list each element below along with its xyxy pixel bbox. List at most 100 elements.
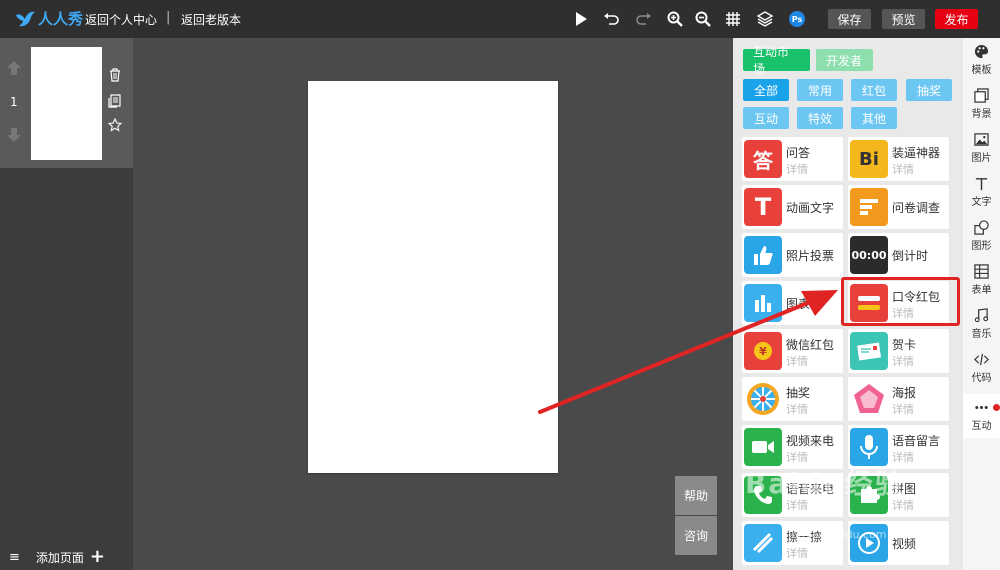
detail-link[interactable]: 详情: [892, 353, 914, 369]
toolbar-text[interactable]: 文字: [963, 170, 1000, 214]
toolbar-interaction[interactable]: 互动: [963, 394, 1000, 438]
watermark-logo: Baidu经验: [745, 467, 905, 500]
filter-effects[interactable]: 特效: [797, 107, 843, 129]
right-toolbar: 模板 背景 图片 文字 图形 表单 音乐 代码 互动: [963, 38, 1000, 570]
filter-redpacket[interactable]: 红包: [851, 79, 897, 101]
table-icon: [974, 264, 989, 279]
toolbar-image[interactable]: 图片: [963, 126, 1000, 170]
item-card-qa[interactable]: 答 问答 详情: [742, 137, 843, 181]
add-page-button[interactable]: 添加页面: [36, 549, 84, 566]
consult-button[interactable]: 咨询: [675, 516, 717, 555]
top-bar: 人人秀 返回个人中心 | 返回老版本 Ps 保存 预览 发布: [0, 0, 1000, 38]
editor-canvas[interactable]: [308, 81, 558, 473]
item-name: 倒计时: [892, 249, 929, 263]
toolbar-code[interactable]: 代码: [963, 346, 1000, 390]
wechat-redpacket-icon: ¥: [744, 332, 782, 370]
survey-icon: [850, 188, 888, 226]
plus-icon[interactable]: +: [90, 548, 105, 566]
undo-icon[interactable]: [601, 9, 621, 29]
text-t-icon: T: [744, 188, 782, 226]
item-card-photo-vote[interactable]: 照片投票: [742, 233, 843, 277]
toolbar-template[interactable]: 模板: [963, 38, 1000, 82]
microphone-icon: [850, 428, 888, 466]
logo[interactable]: 人人秀: [14, 7, 83, 29]
move-down-icon[interactable]: [6, 127, 22, 143]
item-card-wechat-redpacket[interactable]: ¥ 微信红包 详情: [742, 329, 843, 373]
page-card[interactable]: 1: [0, 38, 133, 168]
background-icon: [974, 88, 989, 103]
zoom-in-icon[interactable]: [665, 9, 685, 29]
bird-logo-icon: [16, 11, 35, 27]
watermark-url: jingyan.baidu.com: [785, 528, 887, 541]
item-card-countdown[interactable]: 00:00 倒计时: [848, 233, 949, 277]
photoshop-icon[interactable]: Ps: [787, 9, 807, 29]
item-name: 视频: [892, 537, 917, 551]
item-name: 贺卡: [892, 338, 917, 352]
item-name: 问答: [786, 146, 811, 160]
tab-interaction-market[interactable]: 互动市场: [743, 45, 810, 76]
item-name: 照片投票: [786, 249, 835, 263]
trash-icon[interactable]: [108, 68, 122, 82]
item-name: 语音留言: [892, 434, 941, 448]
play-icon[interactable]: [571, 9, 591, 29]
bar-chart-icon: [744, 284, 782, 322]
detail-link[interactable]: 详情: [892, 161, 914, 177]
detail-link[interactable]: 详情: [892, 401, 914, 417]
item-card-bi[interactable]: Bi 装逼神器 详情: [848, 137, 949, 181]
item-name: 图表: [786, 297, 811, 311]
filter-lottery[interactable]: 抽奖: [906, 79, 952, 101]
code-icon: [974, 353, 989, 366]
publish-button[interactable]: 发布: [935, 9, 978, 29]
back-old-version-link[interactable]: 返回老版本: [181, 11, 241, 28]
item-card-greeting-card[interactable]: 贺卡 详情: [848, 329, 949, 373]
zoom-out-icon[interactable]: [693, 9, 713, 29]
item-name: 海报: [892, 386, 917, 400]
filter-all[interactable]: 全部: [743, 79, 789, 101]
item-name: 动画文字: [786, 201, 835, 215]
copy-page-icon[interactable]: [108, 94, 122, 108]
filter-other[interactable]: 其他: [851, 107, 897, 129]
video-call-icon: [744, 428, 782, 466]
preview-button[interactable]: 预览: [882, 9, 925, 29]
detail-link[interactable]: 详情: [786, 401, 808, 417]
back-personal-link[interactable]: 返回个人中心: [85, 11, 157, 28]
redo-icon[interactable]: [634, 9, 654, 29]
toolbar-form[interactable]: 表单: [963, 258, 1000, 302]
notification-dot: [993, 404, 1000, 411]
help-button[interactable]: 帮助: [675, 476, 717, 515]
toolbar-shape[interactable]: 图形: [963, 214, 1000, 258]
brand-name: 人人秀: [38, 9, 84, 28]
tab-developer[interactable]: 开发者: [816, 49, 873, 71]
palette-icon: [974, 44, 989, 59]
detail-link[interactable]: 详情: [786, 353, 808, 369]
item-card-chart[interactable]: 图表: [742, 281, 843, 325]
more-dots-icon: [975, 406, 988, 409]
item-name: 视频来电: [786, 434, 835, 448]
detail-link[interactable]: 详情: [786, 161, 808, 177]
page-panel: 1 ≡ 添加页面 +: [0, 38, 133, 570]
item-card-survey[interactable]: 问卷调查: [848, 185, 949, 229]
item-card-poster[interactable]: 海报 详情: [848, 377, 949, 421]
layers-icon[interactable]: [755, 9, 775, 29]
image-icon: [974, 133, 989, 146]
music-icon: [974, 308, 989, 323]
item-name: 问卷调查: [892, 201, 941, 215]
page-thumbnail[interactable]: [31, 47, 102, 160]
toolbar-music[interactable]: 音乐: [963, 302, 1000, 346]
item-card-lottery[interactable]: 抽奖 详情: [742, 377, 843, 421]
save-button[interactable]: 保存: [828, 9, 871, 29]
move-up-icon[interactable]: [6, 60, 22, 76]
thumbs-up-icon: [744, 236, 782, 274]
item-name: 装逼神器: [892, 146, 941, 160]
countdown-icon: 00:00: [850, 236, 888, 274]
detail-link[interactable]: 详情: [786, 545, 808, 561]
grid-icon[interactable]: [723, 9, 743, 29]
menu-icon[interactable]: ≡: [9, 550, 20, 565]
star-icon[interactable]: [108, 118, 122, 132]
filter-common[interactable]: 常用: [797, 79, 843, 101]
item-card-animated-text[interactable]: T 动画文字: [742, 185, 843, 229]
item-name: 微信红包: [786, 338, 835, 352]
toolbar-background[interactable]: 背景: [963, 82, 1000, 126]
answer-icon: 答: [744, 140, 782, 178]
filter-interaction[interactable]: 互动: [743, 107, 789, 129]
